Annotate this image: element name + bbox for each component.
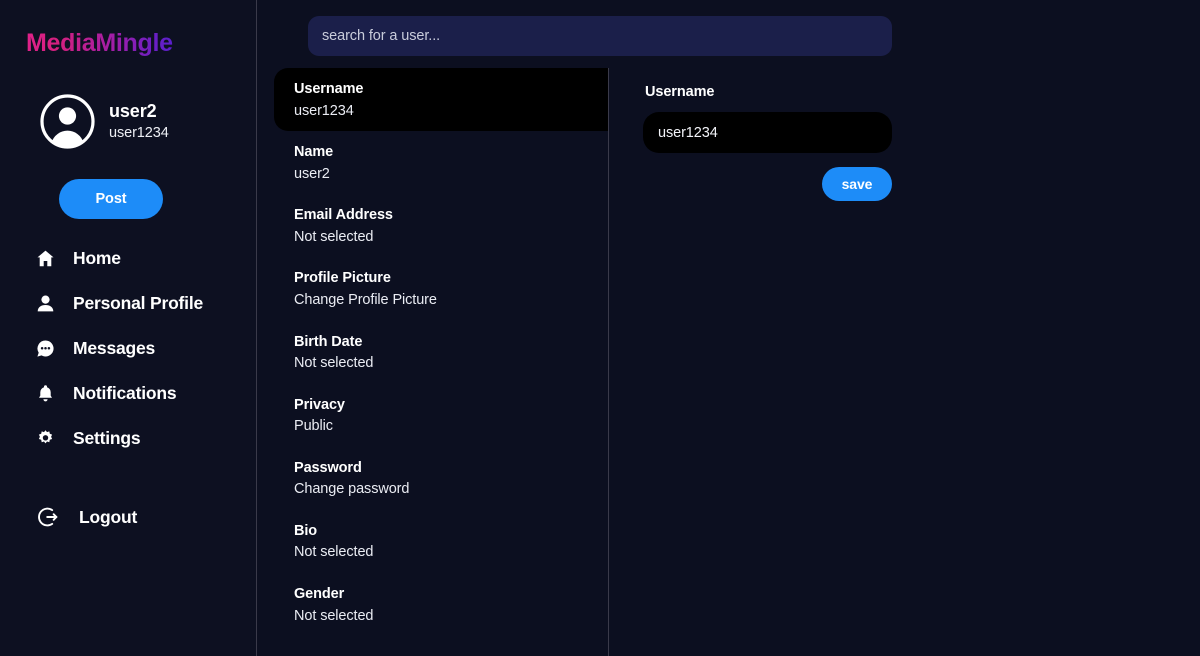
gear-icon bbox=[36, 429, 55, 448]
sidebar-profile[interactable]: user2 user1234 bbox=[40, 94, 169, 149]
sidebar: MediaMingle user2 user1234 Post Home Per… bbox=[0, 0, 257, 656]
sidebar-item-settings[interactable]: Settings bbox=[0, 423, 257, 453]
setting-row[interactable]: Email Address Not selected bbox=[257, 194, 608, 257]
setting-row[interactable]: Username user1234 bbox=[274, 68, 608, 132]
setting-row-value: Change password bbox=[294, 481, 410, 498]
detail-field-label: Username bbox=[645, 84, 715, 100]
sidebar-item-label: Messages bbox=[73, 337, 156, 358]
setting-row-label: Password bbox=[294, 459, 362, 476]
bell-icon bbox=[36, 384, 55, 403]
user-avatar-icon bbox=[40, 94, 95, 149]
settings-list: Username user1234 Name user2 Email Address No… bbox=[257, 68, 609, 656]
sidebar-item-label: Logout bbox=[79, 506, 138, 527]
logout-icon bbox=[37, 506, 59, 528]
sidebar-item-home[interactable]: Home bbox=[0, 243, 257, 273]
sidebar-nav: Home Personal Profile Messages Notificat… bbox=[0, 243, 257, 468]
setting-row-label: Name bbox=[294, 144, 334, 161]
setting-detail-panel: Username save bbox=[643, 84, 893, 201]
setting-row-label: Email Address bbox=[294, 207, 393, 224]
setting-row-label: Privacy bbox=[294, 396, 345, 413]
sidebar-item-label: Settings bbox=[73, 427, 141, 448]
search-input[interactable] bbox=[308, 16, 892, 56]
setting-row-value: Not selected bbox=[294, 544, 374, 561]
setting-row[interactable]: Privacy Public bbox=[257, 384, 608, 447]
setting-row-value: Change Profile Picture bbox=[294, 291, 437, 308]
setting-row[interactable]: Name user2 bbox=[257, 131, 608, 194]
setting-row[interactable]: Password Change password bbox=[257, 447, 608, 510]
chat-bubble-icon bbox=[36, 339, 55, 358]
setting-row-value: user1234 bbox=[294, 102, 354, 119]
setting-row-value: Not selected bbox=[294, 607, 374, 624]
setting-row-label: Birth Date bbox=[294, 333, 363, 350]
profile-handle: user1234 bbox=[109, 125, 169, 141]
sidebar-item-label: Home bbox=[73, 247, 121, 268]
username-field[interactable] bbox=[643, 112, 892, 153]
setting-row[interactable]: Birth Date Not selected bbox=[257, 321, 608, 384]
setting-row-label: Bio bbox=[294, 522, 318, 539]
app-logo[interactable]: MediaMingle bbox=[26, 29, 173, 58]
setting-row[interactable]: Gender Not selected bbox=[257, 573, 608, 636]
post-button[interactable]: Post bbox=[59, 179, 163, 219]
setting-row-value: user2 bbox=[294, 165, 330, 182]
app-root: MediaMingle user2 user1234 Post Home Per… bbox=[0, 0, 1200, 656]
setting-row-value: Not selected bbox=[294, 355, 374, 372]
setting-row[interactable]: Profile Picture Change Profile Picture bbox=[257, 257, 608, 320]
sidebar-item-logout[interactable]: Logout bbox=[0, 501, 137, 533]
save-button[interactable]: save bbox=[822, 167, 892, 201]
setting-row[interactable]: Bio Not selected bbox=[257, 510, 608, 573]
setting-row-value: Public bbox=[294, 418, 333, 435]
sidebar-item-label: Notifications bbox=[73, 382, 177, 403]
person-icon bbox=[36, 294, 55, 313]
setting-row-label: Profile Picture bbox=[294, 270, 391, 287]
home-icon bbox=[36, 249, 55, 268]
main-content: Username user1234 Name user2 Email Address No… bbox=[257, 0, 1200, 656]
sidebar-item-notifications[interactable]: Notifications bbox=[0, 378, 257, 408]
sidebar-item-personal-profile[interactable]: Personal Profile bbox=[0, 288, 257, 318]
setting-row-value: Not selected bbox=[294, 228, 374, 245]
sidebar-item-messages[interactable]: Messages bbox=[0, 333, 257, 363]
sidebar-item-label: Personal Profile bbox=[73, 292, 204, 313]
setting-row-label: Gender bbox=[294, 586, 345, 602]
profile-display-name: user2 bbox=[109, 101, 157, 122]
setting-row-label: Username bbox=[294, 81, 364, 97]
search-bar bbox=[308, 16, 892, 56]
profile-text-group: user2 user1234 bbox=[109, 101, 169, 141]
